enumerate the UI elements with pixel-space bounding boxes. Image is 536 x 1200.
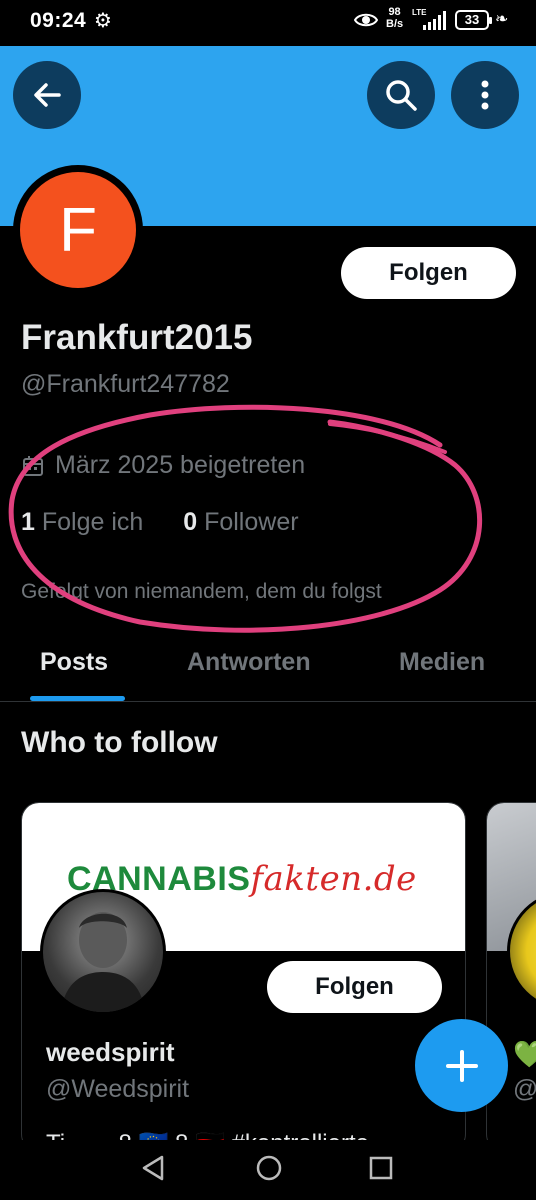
suggestion-card[interactable]: CANNABISfakten.de Folgen weedspirit @Wee… xyxy=(21,802,466,1152)
nav-home-icon[interactable] xyxy=(255,1154,283,1182)
tab-replies[interactable]: Antworten xyxy=(187,648,311,677)
follow-counts: 1 Folge ich 0 Follower xyxy=(21,508,299,537)
profile-name: Frankfurt2015 xyxy=(21,318,253,357)
search-icon xyxy=(386,80,417,111)
back-arrow-icon xyxy=(34,83,61,107)
joined-text: März 2025 beigetreten xyxy=(55,451,306,479)
tab-media[interactable]: Medien xyxy=(399,648,485,677)
more-options-button[interactable] xyxy=(451,61,519,129)
profile-tabs: Posts Antworten Medien xyxy=(0,630,536,702)
leaf-icon: ❧ xyxy=(495,11,509,28)
net-speed: 98 B/s xyxy=(386,6,403,30)
avatar-letter: F xyxy=(20,172,136,288)
gear-icon: ⚙ xyxy=(94,10,112,32)
eye-icon xyxy=(354,13,378,27)
card-avatar[interactable] xyxy=(40,889,166,1015)
nav-recents-icon[interactable] xyxy=(368,1154,394,1182)
profile-avatar[interactable]: F xyxy=(13,165,143,295)
following-link[interactable]: 1 Folge ich xyxy=(21,508,143,536)
followers-label: Follower xyxy=(204,508,299,536)
followed-by-text: Gefolgt von niemandem, dem du folgst xyxy=(21,580,382,603)
card-user-name: weedspirit xyxy=(46,1037,175,1067)
profile-handle: @Frankfurt247782 xyxy=(21,370,230,398)
signal-icon xyxy=(423,11,446,30)
user-photo xyxy=(43,892,163,1012)
active-tab-indicator xyxy=(30,696,125,701)
back-button[interactable] xyxy=(13,61,81,129)
followers-count: 0 xyxy=(183,508,198,536)
followers-link[interactable]: 0 Follower xyxy=(183,508,298,536)
card2-handle: @ xyxy=(513,1075,536,1103)
who-to-follow-title: Who to follow xyxy=(21,726,218,759)
net-speed-unit: B/s xyxy=(386,18,404,30)
system-nav-bar xyxy=(0,1140,536,1200)
calendar-icon xyxy=(23,455,43,476)
following-count: 1 xyxy=(21,508,35,536)
suggestion-card-2[interactable]: 💚 @ xyxy=(486,802,536,1152)
follow-button[interactable]: Folgen xyxy=(341,247,516,299)
card-user-handle: @Weedspirit xyxy=(46,1075,190,1103)
card2-name-emoji: 💚 xyxy=(513,1039,536,1070)
following-label: Folge ich xyxy=(41,508,144,536)
more-vertical-icon xyxy=(481,80,489,110)
compose-post-button[interactable] xyxy=(415,1019,508,1112)
logo-part2: fakten.de xyxy=(250,859,417,899)
battery-indicator: 33 xyxy=(455,10,492,30)
status-time: 09:24 xyxy=(30,9,87,32)
tab-posts[interactable]: Posts xyxy=(40,648,108,677)
plus-icon xyxy=(445,1049,478,1082)
search-button[interactable] xyxy=(367,61,435,129)
person-silhouette-icon xyxy=(61,912,145,1012)
joined-date: März 2025 beigetreten xyxy=(21,451,305,480)
status-bar: 09:24 ⚙ 98 B/s LTE 33 ❧ xyxy=(0,0,536,46)
nav-back-icon[interactable] xyxy=(140,1154,166,1182)
net-speed-value: 98 xyxy=(388,6,401,18)
card-follow-button[interactable]: Folgen xyxy=(267,961,442,1013)
